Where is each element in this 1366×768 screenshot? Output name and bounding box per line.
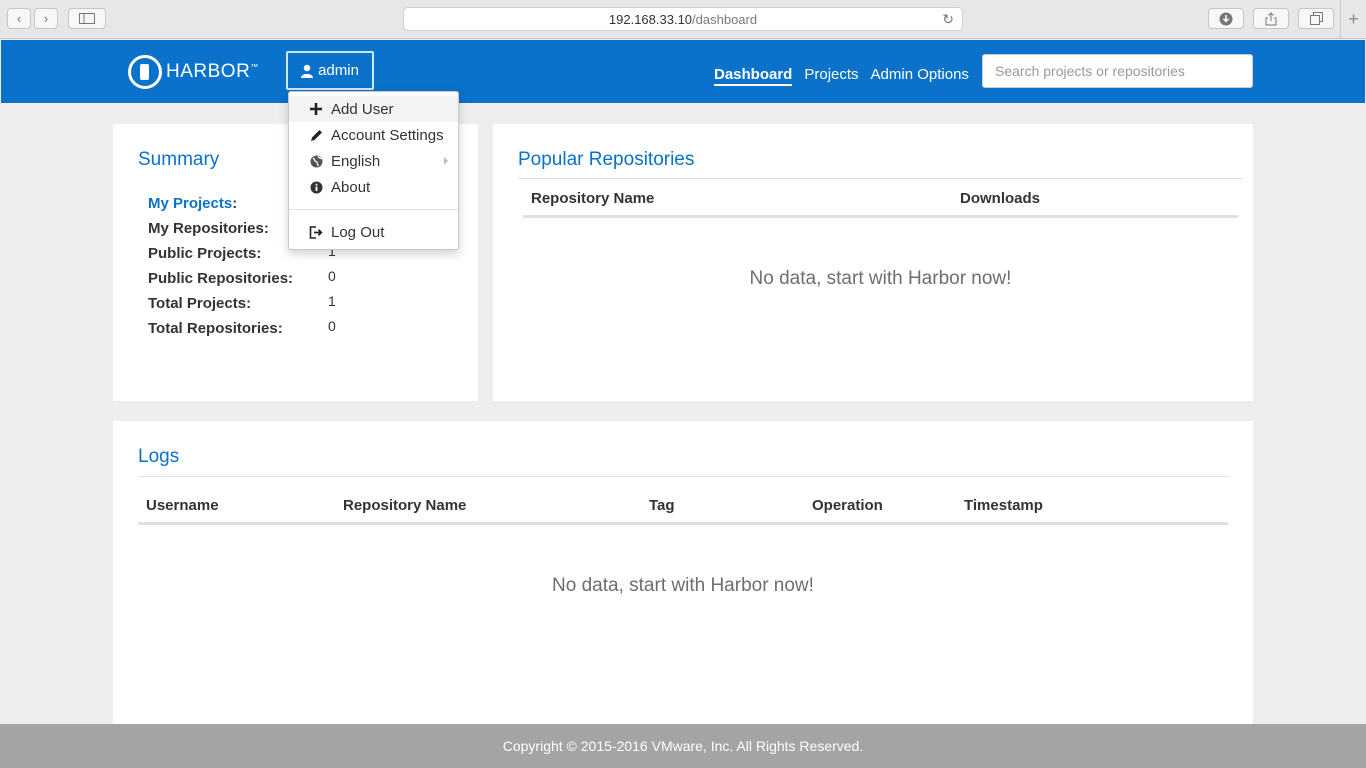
user-name: admin: [318, 62, 359, 79]
column-header-repository-name[interactable]: Repository Name: [343, 497, 466, 514]
reload-icon[interactable]: ↻: [942, 11, 954, 28]
table-header-divider: [138, 522, 1228, 525]
back-button[interactable]: ‹: [7, 8, 31, 29]
summary-label-public-projects: Public Projects:: [148, 245, 262, 262]
column-header-repository-name[interactable]: Repository Name: [531, 190, 654, 207]
search-input[interactable]: [982, 54, 1253, 88]
user-dropdown-menu: Add User Account Settings English About …: [288, 91, 459, 250]
chevron-left-icon: ‹: [16, 11, 22, 26]
title-divider: [518, 178, 1243, 179]
downloads-button[interactable]: [1208, 8, 1244, 29]
harbor-logo[interactable]: HARBOR™: [128, 55, 259, 89]
top-navbar: HARBOR™ admin Dashboard Projects Admin O…: [1, 40, 1365, 103]
column-header-username[interactable]: Username: [146, 497, 219, 514]
download-icon: [1219, 12, 1233, 25]
url-host: 192.168.33.10: [608, 11, 693, 27]
summary-value-total-repositories: 0: [328, 318, 336, 334]
summary-value-total-projects: 1: [328, 293, 336, 309]
popular-empty-message: No data, start with Harbor now!: [749, 268, 1012, 289]
info-icon: [308, 181, 324, 194]
menu-item-language[interactable]: English: [289, 148, 458, 174]
forward-button[interactable]: ›: [34, 8, 58, 29]
globe-icon: [308, 155, 324, 168]
logs-title: Logs: [138, 446, 180, 467]
my-projects-link[interactable]: My Projects: [148, 195, 232, 212]
nav-admin-options[interactable]: Admin Options: [871, 66, 969, 86]
column-header-timestamp[interactable]: Timestamp: [964, 497, 1043, 514]
summary-title: Summary: [138, 149, 220, 170]
summary-label-public-repositories: Public Repositories:: [148, 270, 294, 287]
tabs-icon: [1309, 12, 1323, 25]
share-button[interactable]: [1253, 8, 1289, 29]
menu-item-account-settings[interactable]: Account Settings: [289, 122, 458, 148]
menu-item-about[interactable]: About: [289, 174, 458, 200]
sidebar-toggle-button[interactable]: [68, 8, 106, 29]
table-header-divider: [523, 215, 1238, 218]
pencil-icon: [308, 129, 324, 142]
logs-empty-message: No data, start with Harbor now!: [552, 575, 814, 596]
nav-projects[interactable]: Projects: [804, 66, 858, 86]
summary-label-total-repositories: Total Repositories:: [148, 320, 283, 337]
summary-value-public-repositories: 0: [328, 268, 336, 284]
logs-panel: Logs Username Repository Name Tag Operat…: [113, 421, 1253, 724]
title-divider: [138, 476, 1228, 477]
browser-toolbar: ‹ › 192.168.33.10/dashboard ↻ +: [0, 0, 1366, 39]
plus-icon: +: [1348, 9, 1359, 29]
url-path: /dashboard: [692, 11, 758, 27]
address-bar[interactable]: 192.168.33.10/dashboard ↻: [403, 7, 963, 31]
column-header-tag[interactable]: Tag: [649, 497, 675, 514]
column-header-operation[interactable]: Operation: [812, 497, 883, 514]
menu-item-add-user[interactable]: Add User: [289, 96, 458, 122]
popular-repositories-panel: Popular Repositories Repository Name Dow…: [493, 124, 1253, 401]
chevron-right-icon: ›: [43, 11, 49, 26]
logout-icon: [308, 225, 324, 239]
submenu-arrow-icon: [444, 157, 448, 165]
share-icon: [1265, 11, 1277, 25]
summary-label-my-repositories: My Repositories:: [148, 220, 269, 237]
summary-label-my-projects: My Projects:: [148, 195, 238, 212]
sidebar-icon: [79, 13, 95, 24]
summary-label-total-projects: Total Projects:: [148, 295, 252, 312]
popular-repositories-title: Popular Repositories: [518, 149, 695, 170]
menu-divider: [289, 209, 458, 210]
user-icon: [301, 64, 314, 78]
tabs-overview-button[interactable]: [1298, 8, 1334, 29]
lighthouse-icon: [128, 55, 162, 89]
menu-item-log-out[interactable]: Log Out: [289, 219, 458, 245]
user-menu-button[interactable]: admin: [286, 51, 374, 90]
main-nav: Dashboard Projects Admin Options: [714, 66, 969, 86]
plus-icon: [308, 103, 324, 115]
nav-dashboard[interactable]: Dashboard: [714, 66, 793, 86]
copyright-text: Copyright © 2015-2016 VMware, Inc. All R…: [502, 738, 864, 754]
footer: Copyright © 2015-2016 VMware, Inc. All R…: [0, 724, 1366, 768]
brand-name: HARBOR™: [166, 61, 259, 82]
new-tab-button[interactable]: +: [1340, 0, 1366, 39]
column-header-downloads[interactable]: Downloads: [960, 190, 1040, 207]
